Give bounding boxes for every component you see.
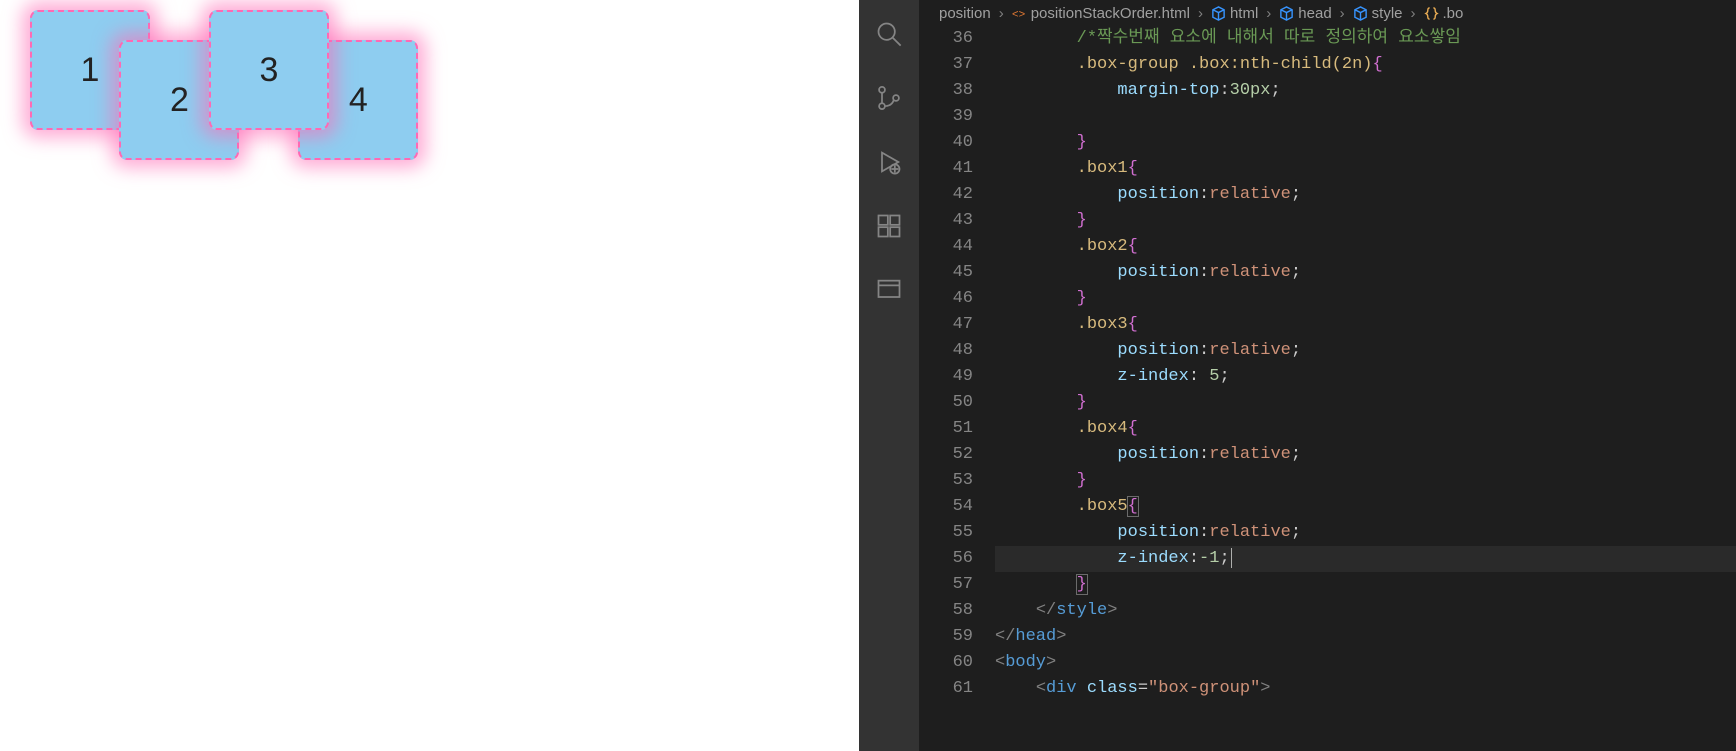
line-number: 44 [919, 234, 973, 260]
box-group: 1 2 3 4 5 [0, 0, 859, 160]
activity-bar [859, 0, 919, 751]
code-line[interactable]: } [995, 208, 1736, 234]
symbol-icon [1279, 6, 1294, 21]
line-number: 54 [919, 494, 973, 520]
line-number: 45 [919, 260, 973, 286]
line-number: 40 [919, 130, 973, 156]
code-line[interactable]: .box3{ [995, 312, 1736, 338]
line-number: 56 [919, 546, 973, 572]
search-icon[interactable] [875, 20, 903, 48]
line-number: 52 [919, 442, 973, 468]
breadcrumb-item[interactable]: position [939, 5, 991, 22]
line-number: 49 [919, 364, 973, 390]
line-number: 43 [919, 208, 973, 234]
line-number: 58 [919, 598, 973, 624]
code-line[interactable]: .box-group .box:nth-child(2n){ [995, 52, 1736, 78]
code-line[interactable]: <body> [995, 650, 1736, 676]
breadcrumb-separator: › [1266, 5, 1271, 22]
code-line[interactable]: <div class="box-group"> [995, 676, 1736, 702]
line-number: 38 [919, 78, 973, 104]
symbol-icon [1353, 6, 1368, 21]
breadcrumb-label: positionStackOrder.html [1031, 5, 1190, 22]
app-root: 1 2 3 4 5 [0, 0, 1736, 751]
code-line[interactable] [995, 104, 1736, 130]
code-line[interactable]: z-index:-1; [995, 546, 1736, 572]
breadcrumb-item[interactable]: head [1279, 5, 1331, 22]
line-number: 59 [919, 624, 973, 650]
code-line[interactable]: position:relative; [995, 182, 1736, 208]
live-preview-icon[interactable] [875, 276, 903, 304]
breadcrumb-label: position [939, 5, 991, 22]
line-number: 50 [919, 390, 973, 416]
code-line[interactable]: z-index: 5; [995, 364, 1736, 390]
breadcrumbs[interactable]: position › <> positionStackOrder.html › … [919, 0, 1736, 26]
code-line[interactable]: } [995, 468, 1736, 494]
brace-icon [1424, 6, 1439, 21]
code-content[interactable]: /*짝수번째 요소에 내해서 따로 정의하여 요소쌓임 .box-group .… [995, 26, 1736, 751]
breadcrumb-separator: › [999, 5, 1004, 22]
line-number: 61 [919, 676, 973, 702]
vscode-pane: position › <> positionStackOrder.html › … [859, 0, 1736, 751]
line-number: 53 [919, 468, 973, 494]
code-line[interactable]: </head> [995, 624, 1736, 650]
line-number: 42 [919, 182, 973, 208]
code-line[interactable]: } [995, 390, 1736, 416]
breadcrumb-separator: › [1411, 5, 1416, 22]
code-line[interactable]: position:relative; [995, 260, 1736, 286]
code-line[interactable]: .box1{ [995, 156, 1736, 182]
breadcrumb-item[interactable]: .bo [1424, 5, 1464, 22]
symbol-icon [1211, 6, 1226, 21]
file-icon: <> [1012, 6, 1027, 21]
line-number: 39 [919, 104, 973, 130]
code-line[interactable]: } [995, 130, 1736, 156]
line-number: 41 [919, 156, 973, 182]
line-number: 55 [919, 520, 973, 546]
code-editor[interactable]: 3637383940414243444546474849505152535455… [919, 26, 1736, 751]
breadcrumb-item[interactable]: html [1211, 5, 1258, 22]
breadcrumb-label: style [1372, 5, 1403, 22]
code-line[interactable]: } [995, 286, 1736, 312]
code-line[interactable]: .box2{ [995, 234, 1736, 260]
code-line[interactable]: /*짝수번째 요소에 내해서 따로 정의하여 요소쌓임 [995, 26, 1736, 52]
run-debug-icon[interactable] [875, 148, 903, 176]
line-number: 57 [919, 572, 973, 598]
code-line[interactable]: margin-top:30px; [995, 78, 1736, 104]
line-number: 37 [919, 52, 973, 78]
breadcrumb-item[interactable]: style [1353, 5, 1403, 22]
code-line[interactable]: </style> [995, 598, 1736, 624]
extensions-icon[interactable] [875, 212, 903, 240]
breadcrumb-item[interactable]: <> positionStackOrder.html [1012, 5, 1190, 22]
breadcrumb-label: head [1298, 5, 1331, 22]
browser-preview-pane: 1 2 3 4 5 [0, 0, 859, 751]
editor-area: position › <> positionStackOrder.html › … [919, 0, 1736, 751]
code-line[interactable]: .box5{ [995, 494, 1736, 520]
breadcrumb-label: .bo [1443, 5, 1464, 22]
breadcrumb-separator: › [1198, 5, 1203, 22]
line-number-gutter: 3637383940414243444546474849505152535455… [919, 26, 995, 751]
source-control-icon[interactable] [875, 84, 903, 112]
breadcrumb-separator: › [1340, 5, 1345, 22]
code-line[interactable]: .box4{ [995, 416, 1736, 442]
line-number: 60 [919, 650, 973, 676]
line-number: 36 [919, 26, 973, 52]
line-number: 48 [919, 338, 973, 364]
svg-text:<>: <> [1012, 8, 1026, 20]
code-line[interactable]: position:relative; [995, 442, 1736, 468]
line-number: 51 [919, 416, 973, 442]
code-line[interactable]: position:relative; [995, 338, 1736, 364]
text-cursor [1231, 548, 1232, 568]
code-line[interactable]: } [995, 572, 1736, 598]
line-number: 46 [919, 286, 973, 312]
code-line[interactable]: position:relative; [995, 520, 1736, 546]
box-3: 3 [209, 10, 329, 130]
breadcrumb-label: html [1230, 5, 1258, 22]
line-number: 47 [919, 312, 973, 338]
